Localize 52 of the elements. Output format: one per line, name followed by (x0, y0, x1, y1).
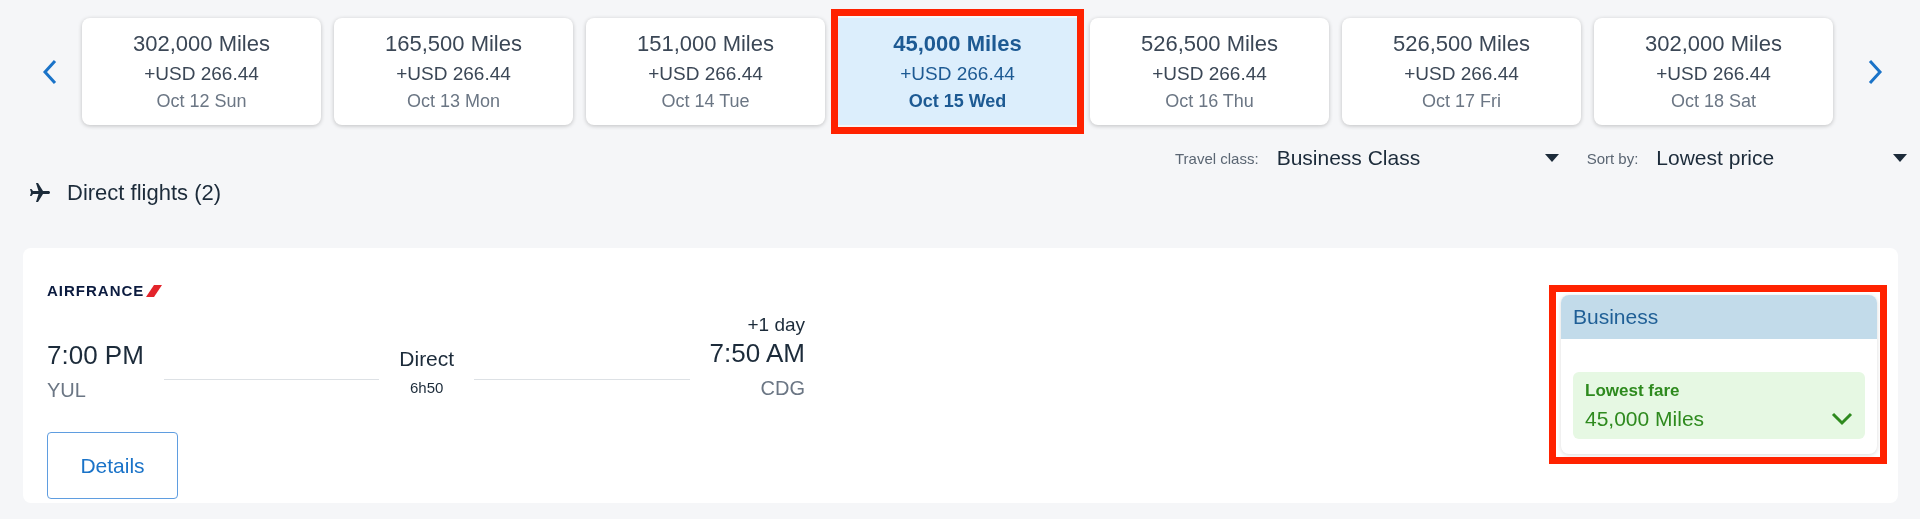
date-label: Oct 13 Mon (406, 91, 500, 112)
duration: 6h50 (410, 379, 444, 396)
date-usd: +USD 266.44 (900, 63, 1015, 85)
date-label: Oct 18 Sat (1670, 91, 1756, 112)
arrival-time: 7:50 AM (709, 337, 805, 369)
chevron-left-icon (42, 58, 58, 85)
date-miles: 45,000 Miles (893, 31, 1022, 57)
fare-price: 45,000 Miles (1585, 406, 1705, 431)
date-usd: +USD 266.44 (396, 63, 511, 85)
departure-time: 7:00 PM (47, 339, 144, 371)
filter-label: Sort by: (1586, 149, 1639, 167)
date-label: Oct 15 Wed (908, 91, 1007, 112)
chevron-right-icon (1867, 58, 1883, 85)
date-miles: 302,000 Miles (133, 31, 270, 57)
date-usd: +USD 266.44 (144, 63, 259, 85)
date-miles: 302,000 Miles (1645, 31, 1782, 57)
caret-icon (1544, 154, 1559, 162)
date-usd: +USD 266.44 (1152, 63, 1267, 85)
date-card[interactable]: 165,500 Miles +USD 266.44 Oct 13 Mon (334, 18, 573, 125)
date-card[interactable]: 526,500 Miles +USD 266.44 Oct 17 Fri (1342, 18, 1581, 125)
fare-option[interactable]: Lowest fare 45,000 Miles (1573, 372, 1865, 439)
arrival-airport: CDG (760, 377, 805, 400)
day-offset: +1 day (747, 313, 805, 337)
airline-logo: AIRFRANCE (47, 282, 163, 299)
filter-label: Travel class: (1175, 149, 1259, 167)
date-label: Oct 16 Thu (1165, 91, 1254, 112)
caret-icon (1893, 154, 1908, 162)
date-card[interactable]: 45,000 Miles +USD 266.44 Oct 15 Wed (838, 18, 1077, 125)
details-button[interactable]: Details (47, 432, 178, 499)
date-miles: 526,500 Miles (1141, 31, 1278, 57)
date-card[interactable]: 526,500 Miles +USD 266.44 Oct 16 Thu (1090, 18, 1329, 125)
date-usd: +USD 266.44 (648, 63, 763, 85)
cabin-header: Business (1561, 295, 1877, 339)
filter-dropdown[interactable]: Business Class (1276, 146, 1559, 170)
stops-label: Direct (399, 347, 455, 371)
date-card[interactable]: 302,000 Miles +USD 266.44 Oct 12 Sun (82, 18, 321, 125)
date-card[interactable]: 151,000 Miles +USD 266.44 Oct 14 Tue (586, 18, 825, 125)
date-label: Oct 12 Sun (156, 91, 247, 112)
date-label: Oct 17 Fri (1422, 91, 1501, 112)
chevron-down-icon (1831, 411, 1853, 426)
airplane-icon (27, 181, 53, 205)
date-label: Oct 14 Tue (661, 91, 750, 112)
date-miles: 151,000 Miles (637, 31, 774, 57)
date-usd: +USD 266.44 (1656, 63, 1771, 85)
section-title: Direct flights (2) (67, 180, 222, 206)
date-miles: 165,500 Miles (385, 31, 522, 57)
filter-dropdown[interactable]: Lowest price (1656, 146, 1908, 170)
date-miles: 526,500 Miles (1393, 31, 1530, 57)
date-usd: +USD 266.44 (1404, 63, 1519, 85)
departure-airport: YUL (47, 379, 87, 402)
fare-label: Lowest fare (1585, 380, 1681, 401)
date-card[interactable]: 302,000 Miles +USD 266.44 Oct 18 Sat (1594, 18, 1833, 125)
